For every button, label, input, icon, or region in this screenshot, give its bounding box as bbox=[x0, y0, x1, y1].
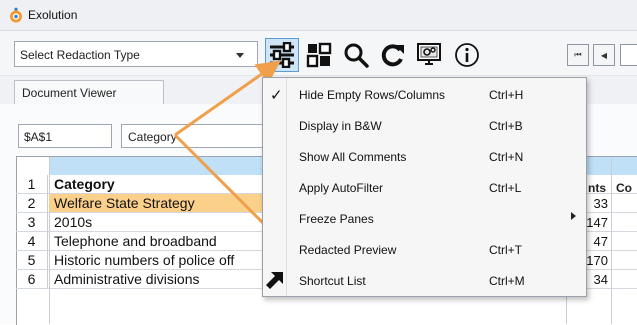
menu-item-shortcut: Ctrl+B bbox=[489, 119, 523, 133]
menu-item-label: Hide Empty Rows/Columns bbox=[299, 88, 446, 102]
screen-settings-button[interactable] bbox=[413, 38, 447, 72]
previous-page-icon: ◀ bbox=[600, 50, 608, 60]
title-bar bbox=[0, 0, 637, 31]
row-number: 2 bbox=[16, 194, 48, 213]
category-cell[interactable]: Category bbox=[54, 175, 115, 194]
category-cell[interactable]: Administrative divisions bbox=[54, 270, 200, 289]
category-cell[interactable]: Telephone and broadband bbox=[54, 232, 217, 251]
chevron-down-icon[interactable] bbox=[236, 53, 244, 58]
menu-item-shortcut: Ctrl+L bbox=[489, 181, 522, 195]
window-title: Exolution bbox=[28, 8, 78, 22]
layout-grid-icon bbox=[306, 42, 332, 68]
row-number: 1 bbox=[16, 175, 48, 194]
row-number: 3 bbox=[16, 213, 48, 232]
menu-item-label: Freeze Panes bbox=[299, 212, 374, 226]
menu-item-shortcut: Ctrl+T bbox=[489, 243, 522, 257]
refresh-icon bbox=[381, 44, 404, 67]
row-number: 5 bbox=[16, 251, 48, 270]
formula-value: Category bbox=[128, 130, 177, 144]
search-icon bbox=[344, 43, 369, 68]
submenu-arrow-icon bbox=[571, 212, 576, 220]
page-number-input[interactable] bbox=[620, 44, 637, 66]
monitor-gear-icon bbox=[417, 43, 441, 65]
menu-item-shortcut: Ctrl+M bbox=[489, 274, 525, 288]
app-logo-icon bbox=[10, 7, 22, 23]
layout-button[interactable] bbox=[302, 38, 336, 72]
category-cell[interactable]: 2010s bbox=[54, 213, 92, 232]
menu-item-shortcut: Ctrl+N bbox=[489, 150, 524, 164]
first-page-button[interactable]: ⏮ bbox=[567, 44, 589, 66]
row-number: 6 bbox=[16, 270, 48, 289]
redaction-type-select-value: Select Redaction Type bbox=[20, 48, 140, 62]
menu-item-shortcut: Ctrl+H bbox=[489, 88, 524, 102]
category-cell[interactable]: Welfare State Strategy bbox=[54, 194, 195, 213]
row-number: 4 bbox=[16, 232, 48, 251]
menu-item-label: Apply AutoFilter bbox=[299, 181, 384, 195]
menu-item-label: Shortcut List bbox=[299, 274, 366, 288]
menu-item-label: Display in B&W bbox=[299, 119, 382, 133]
refresh-button[interactable] bbox=[376, 38, 410, 72]
first-page-icon: ⏮ bbox=[574, 50, 582, 59]
search-button[interactable] bbox=[339, 38, 373, 72]
info-icon bbox=[455, 43, 479, 67]
shortcut-arrow-icon bbox=[266, 272, 283, 289]
settings-sliders-button[interactable] bbox=[265, 38, 299, 72]
tab-document-viewer-label: Document Viewer bbox=[22, 86, 117, 100]
menu-item-label: Redacted Preview bbox=[299, 243, 397, 257]
info-button[interactable] bbox=[450, 38, 484, 72]
sliders-icon bbox=[270, 42, 294, 68]
previous-page-button[interactable]: ◀ bbox=[593, 44, 615, 66]
cell-reference-value: $A$1 bbox=[24, 130, 53, 144]
category-cell[interactable]: Historic numbers of police off bbox=[54, 251, 234, 270]
menu-item-label: Show All Comments bbox=[299, 150, 407, 164]
